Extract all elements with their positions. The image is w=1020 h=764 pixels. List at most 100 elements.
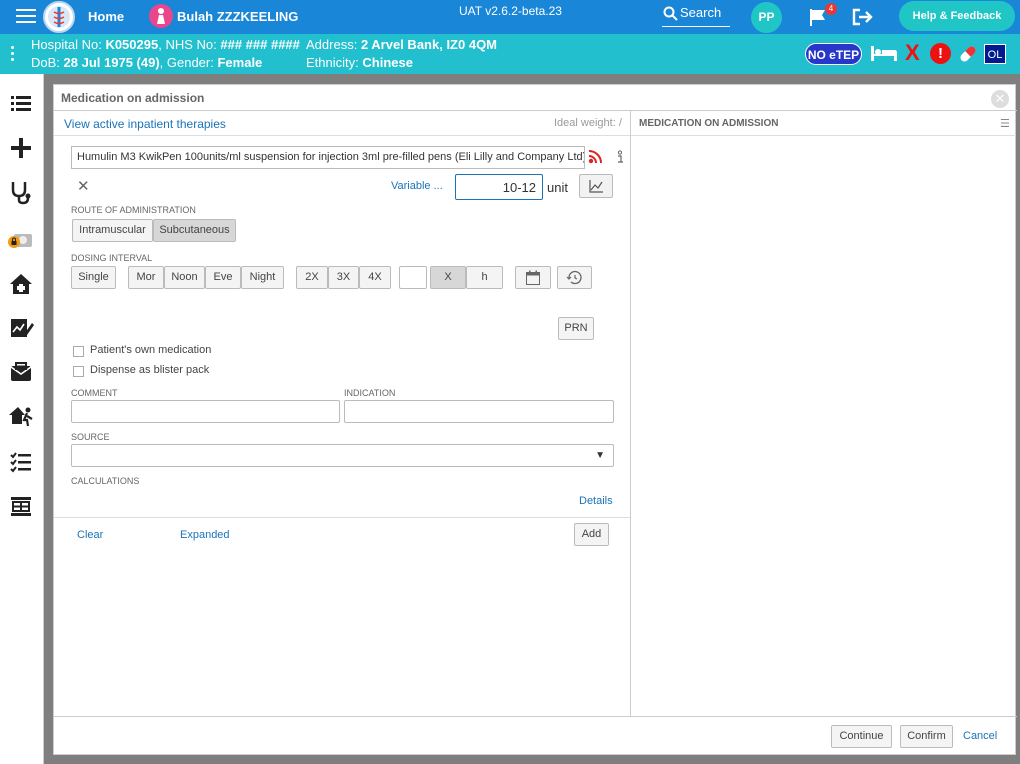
patient-banner: Hospital No: K050295, NHS No: ### ### ##… <box>0 34 1020 74</box>
morning-button[interactable]: Mor <box>128 266 164 289</box>
source-label: SOURCE <box>71 432 110 442</box>
comment-label: COMMENT <box>71 388 118 398</box>
gender-label: , Gender: <box>159 55 214 70</box>
search-icon <box>663 6 678 21</box>
indication-label: INDICATION <box>344 388 396 398</box>
rss-icon[interactable] <box>588 150 602 164</box>
stethoscope-icon[interactable] <box>8 179 34 205</box>
times-per-day-button[interactable]: X <box>430 266 466 289</box>
prescribe-pane: View active inpatient therapies Ideal we… <box>54 111 630 716</box>
dosing-interval-label: DOSING INTERVAL <box>71 253 153 263</box>
blister-pack-label: Dispense as blister pack <box>90 364 210 376</box>
hospital-no-label: Hospital No: <box>31 37 102 52</box>
x-alert-icon[interactable]: X <box>905 40 920 66</box>
chart-line-icon <box>589 180 603 193</box>
blister-pack-checkbox[interactable] <box>73 366 84 377</box>
help-feedback-button[interactable]: Help & Feedback <box>899 1 1015 31</box>
continue-button[interactable]: Continue <box>831 725 892 748</box>
dose-chart-button[interactable] <box>579 174 613 198</box>
ideal-weight: Ideal weight: / <box>554 117 622 129</box>
more-vertical-icon[interactable] <box>11 46 15 64</box>
home-link[interactable]: Home <box>88 9 124 24</box>
no-etep-badge[interactable]: NO eTEP <box>805 43 862 65</box>
ethnicity-line: Ethnicity: Chinese <box>306 55 413 70</box>
view-active-therapies-link[interactable]: View active inpatient therapies <box>64 117 226 131</box>
actions-divider <box>54 517 630 518</box>
add-button[interactable]: Add <box>574 523 609 546</box>
info-icon[interactable] <box>615 150 625 164</box>
evening-button[interactable]: Eve <box>205 266 241 289</box>
clear-link[interactable]: Clear <box>77 529 103 541</box>
envelope-icon[interactable] <box>8 359 34 385</box>
route-label: ROUTE OF ADMINISTRATION <box>71 205 196 215</box>
logout-icon[interactable] <box>852 8 874 26</box>
nhs-no-label: , NHS No: <box>158 37 217 52</box>
prn-button[interactable]: PRN <box>558 317 594 340</box>
single-dose-button[interactable]: Single <box>71 266 116 289</box>
gender-value: Female <box>217 55 263 70</box>
admission-list-pane: MEDICATION ON ADMISSION ☰ <box>630 111 1016 716</box>
clear-drug-icon[interactable]: ✕ <box>77 177 90 195</box>
address-label: Address: <box>306 37 358 52</box>
drug-name-field[interactable]: Humulin M3 KwikPen 100units/ml suspensio… <box>71 146 585 169</box>
three-times-daily-button[interactable]: 3X <box>328 266 359 289</box>
twice-daily-button[interactable]: 2X <box>296 266 328 289</box>
ethnicity-value: Chinese <box>362 55 413 70</box>
interval-number-input[interactable] <box>399 266 427 289</box>
own-medication-label: Patient's own medication <box>90 344 212 356</box>
patient-name[interactable]: Bulah ZZZKEELING <box>177 9 298 24</box>
close-icon[interactable]: ✕ <box>991 90 1009 108</box>
calculations-label: CALCULATIONS <box>71 476 140 486</box>
calendar-icon <box>526 270 540 285</box>
female-patient-icon <box>149 4 173 28</box>
calendar-grid-icon[interactable] <box>8 493 34 519</box>
hours-interval-button[interactable]: h <box>466 266 503 289</box>
dob-label: DoB: <box>31 55 60 70</box>
address-value: 2 Arvel Bank, IZ0 4QM <box>360 37 498 52</box>
bed-icon[interactable] <box>870 44 898 62</box>
left-sidebar <box>0 74 44 764</box>
ol-badge[interactable]: OL <box>984 44 1006 64</box>
pane-divider <box>54 135 630 136</box>
confirm-button[interactable]: Confirm <box>900 725 953 748</box>
edit-chart-icon[interactable] <box>8 315 34 341</box>
variable-dose-link[interactable]: Variable ... <box>391 180 443 192</box>
user-avatar[interactable]: PP <box>751 2 782 33</box>
calendar-button[interactable] <box>515 266 551 289</box>
indication-input[interactable] <box>344 400 614 423</box>
comment-input[interactable] <box>71 400 340 423</box>
night-button[interactable]: Night <box>241 266 284 289</box>
dob-line: DoB: 28 Jul 1975 (49), Gender: Female <box>31 55 262 70</box>
home-walk-icon[interactable] <box>8 403 34 429</box>
search-button[interactable]: Search <box>662 5 730 27</box>
schedule-button[interactable] <box>557 266 592 289</box>
source-select[interactable]: ▼ <box>71 444 614 467</box>
nhs-no: ### ### #### <box>220 37 300 52</box>
clock-history-icon <box>566 270 582 285</box>
search-label: Search <box>680 5 722 20</box>
menu-icon[interactable] <box>16 9 36 25</box>
noon-button[interactable]: Noon <box>164 266 205 289</box>
alert-icon[interactable]: ! <box>930 43 951 64</box>
top-bar: Home Bulah ZZZKEELING UAT v2.6.2-beta.23… <box>0 0 1020 34</box>
route-subcutaneous-button[interactable]: Subcutaneous <box>153 219 236 242</box>
medication-dialog: Medication on admission ✕ View active in… <box>53 84 1017 755</box>
cancel-link[interactable]: Cancel <box>963 730 997 742</box>
route-intramuscular-button[interactable]: Intramuscular <box>72 219 153 242</box>
details-link[interactable]: Details <box>579 495 613 507</box>
app-logo[interactable] <box>43 1 75 33</box>
expanded-link[interactable]: Expanded <box>180 529 230 541</box>
dialog-title: Medication on admission <box>61 91 205 105</box>
dose-input[interactable]: 10-12 <box>455 174 543 200</box>
list-menu-icon[interactable]: ☰ <box>1000 117 1010 130</box>
checklist-icon[interactable] <box>8 449 34 475</box>
dose-unit: unit <box>547 180 568 195</box>
list-icon[interactable] <box>8 91 34 117</box>
four-times-daily-button[interactable]: 4X <box>359 266 391 289</box>
hospital-no: K050295 <box>105 37 159 52</box>
camera-locked-icon[interactable] <box>8 227 34 253</box>
own-medication-checkbox[interactable] <box>73 346 84 357</box>
pill-icon[interactable] <box>957 44 979 64</box>
home-plus-icon[interactable] <box>8 271 34 297</box>
add-icon[interactable] <box>8 135 34 161</box>
